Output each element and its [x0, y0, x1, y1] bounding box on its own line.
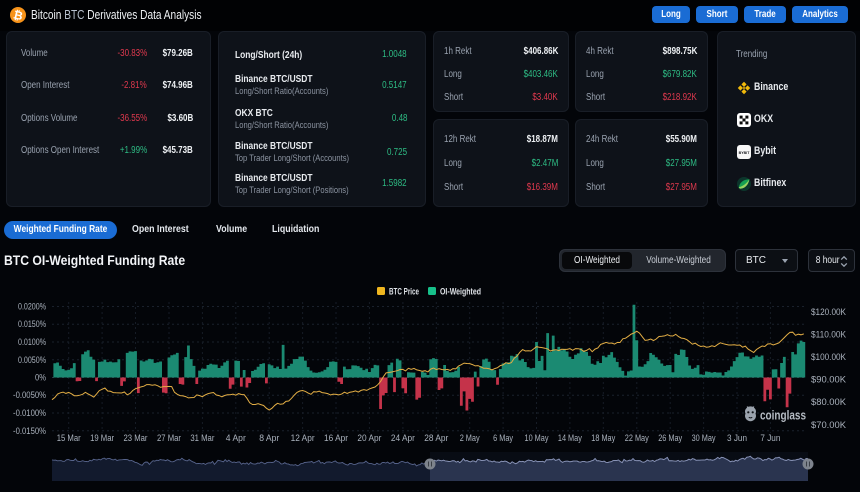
svg-text:4 Apr: 4 Apr: [226, 433, 246, 443]
svg-text:16 Apr: 16 Apr: [324, 433, 348, 443]
svg-text:$90.00K: $90.00K: [811, 375, 846, 385]
svg-text:coinglass: coinglass: [760, 408, 806, 423]
svg-text:-0.0150%: -0.0150%: [13, 426, 46, 436]
svg-text:0.0100%: 0.0100%: [18, 337, 46, 347]
svg-text:0.0050%: 0.0050%: [18, 355, 46, 365]
svg-text:27 Mar: 27 Mar: [157, 433, 181, 443]
svg-text:-0.0100%: -0.0100%: [13, 408, 46, 418]
svg-text:15 Mar: 15 Mar: [57, 433, 81, 443]
svg-text:0.0200%: 0.0200%: [18, 302, 46, 312]
svg-text:10 May: 10 May: [525, 433, 549, 443]
svg-text:26 May: 26 May: [658, 433, 682, 443]
svg-text:2 May: 2 May: [460, 433, 480, 443]
svg-text:BTC Price: BTC Price: [389, 287, 419, 297]
svg-text:$110.00K: $110.00K: [811, 329, 846, 339]
svg-text:18 May: 18 May: [591, 433, 615, 443]
svg-text:12 Apr: 12 Apr: [291, 433, 315, 443]
svg-text:$70.00K: $70.00K: [811, 420, 846, 430]
svg-text:31 Mar: 31 Mar: [190, 433, 214, 443]
svg-text:3 Jun: 3 Jun: [727, 433, 747, 443]
svg-text:23 Mar: 23 Mar: [124, 433, 148, 443]
svg-text:0.0150%: 0.0150%: [18, 319, 46, 329]
svg-text:19 Mar: 19 Mar: [90, 433, 114, 443]
svg-text:0%: 0%: [35, 373, 46, 383]
svg-text:BYBIT: BYBIT: [739, 151, 751, 155]
svg-text:8 Apr: 8 Apr: [259, 433, 279, 443]
svg-text:$120.00K: $120.00K: [811, 307, 846, 317]
svg-text:28 Apr: 28 Apr: [424, 433, 448, 443]
svg-text:7 Jun: 7 Jun: [760, 433, 780, 443]
svg-text:20 Apr: 20 Apr: [357, 433, 381, 443]
svg-text:22 May: 22 May: [625, 433, 649, 443]
svg-text:OI-Weighted: OI-Weighted: [440, 287, 481, 297]
svg-text:$80.00K: $80.00K: [811, 397, 846, 407]
svg-text:$100.00K: $100.00K: [811, 352, 846, 362]
svg-text:6 May: 6 May: [493, 433, 513, 443]
svg-text:14 May: 14 May: [558, 433, 582, 443]
svg-text:30 May: 30 May: [692, 433, 716, 443]
svg-text:-0.0050%: -0.0050%: [13, 390, 46, 400]
svg-text:24 Apr: 24 Apr: [391, 433, 415, 443]
